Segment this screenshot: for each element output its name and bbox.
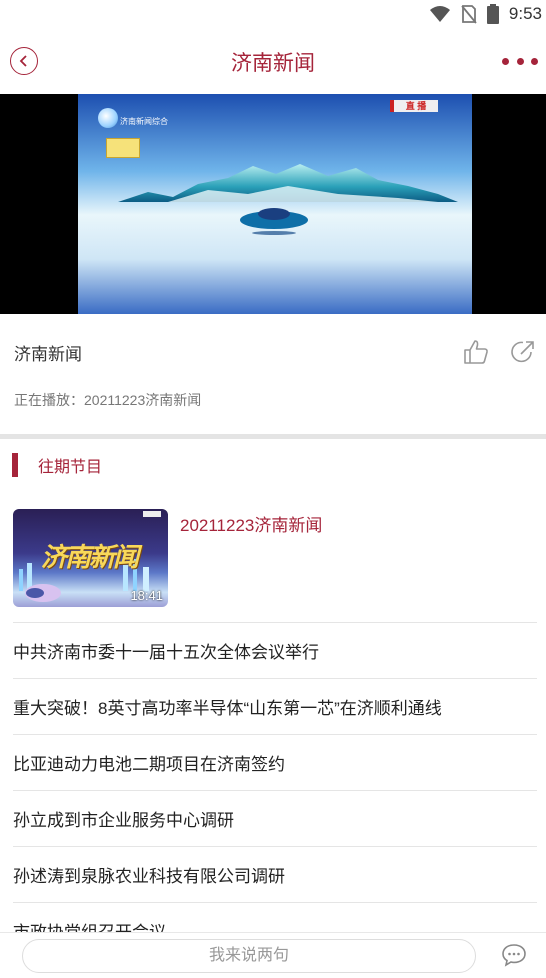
news-item[interactable]: 孙立成到市企业服务中心调研: [13, 790, 537, 846]
channel-name: 济南新闻综合: [120, 117, 168, 126]
channel-badge: [106, 138, 140, 158]
video-frame: 济南新闻综合 直 播: [78, 94, 472, 314]
news-item[interactable]: 孙述涛到泉脉农业科技有限公司调研: [13, 846, 537, 902]
video-player[interactable]: 济南新闻综合 直 播: [0, 94, 546, 314]
status-icons: 9:53: [429, 3, 542, 25]
section-accent-bar: [12, 453, 18, 477]
share-button[interactable]: [509, 338, 537, 366]
section-divider: [0, 434, 546, 439]
comment-input[interactable]: [22, 939, 476, 973]
status-time: 9:53: [508, 4, 542, 23]
battery-icon: [486, 4, 499, 24]
live-tag: 直 播: [390, 100, 438, 112]
app-header: 济南新闻: [0, 30, 546, 92]
page-title: 济南新闻: [231, 52, 315, 75]
episode-title: 20211223济南新闻: [180, 516, 323, 535]
section-title: 往期节目: [38, 459, 103, 476]
channel-logo: [98, 108, 118, 128]
past-episodes-header: 往期节目: [12, 452, 102, 478]
thumbs-up-icon: [464, 340, 488, 364]
more-dots-icon: [502, 57, 509, 65]
program-title: 济南新闻: [14, 345, 82, 364]
program-info: 济南新闻 正在播放：20211223济南新闻: [0, 316, 546, 436]
like-button[interactable]: [462, 338, 490, 366]
no-sim-icon: [461, 5, 477, 24]
news-list: 中共济南市委十一届十五次全体会议举行 重大突破！8英寸高功率半导体“山东第一芯”…: [13, 622, 537, 958]
episode-item[interactable]: 济南新闻 18:41 20211223济南新闻: [13, 509, 537, 609]
more-dots-icon: [516, 57, 524, 65]
more-button[interactable]: [502, 52, 538, 70]
episode-duration: 18:41: [130, 588, 163, 603]
status-bar: 9:53: [0, 0, 546, 30]
now-playing-prefix: 正在播放：: [14, 392, 84, 408]
news-item[interactable]: 中共济南市委十一届十五次全体会议举行: [13, 622, 537, 678]
share-icon: [511, 341, 534, 363]
now-playing: 正在播放：20211223济南新闻: [14, 390, 201, 410]
chat-button[interactable]: [500, 941, 528, 969]
episode-thumbnail: 济南新闻 18:41: [13, 509, 168, 607]
news-item[interactable]: 重大突破！8英寸高功率半导体“山东第一芯”在济顺利通线: [13, 678, 537, 734]
video-landscape-image: [78, 94, 472, 314]
comment-bar: [0, 932, 546, 978]
thumbnail-title: 济南新闻: [41, 542, 139, 572]
more-dots-icon: [531, 57, 538, 65]
news-item[interactable]: 比亚迪动力电池二期项目在济南签约: [13, 734, 537, 790]
now-playing-title: 20211223济南新闻: [84, 392, 202, 408]
chat-bubble-icon: [502, 944, 526, 967]
wifi-icon: [429, 6, 450, 22]
